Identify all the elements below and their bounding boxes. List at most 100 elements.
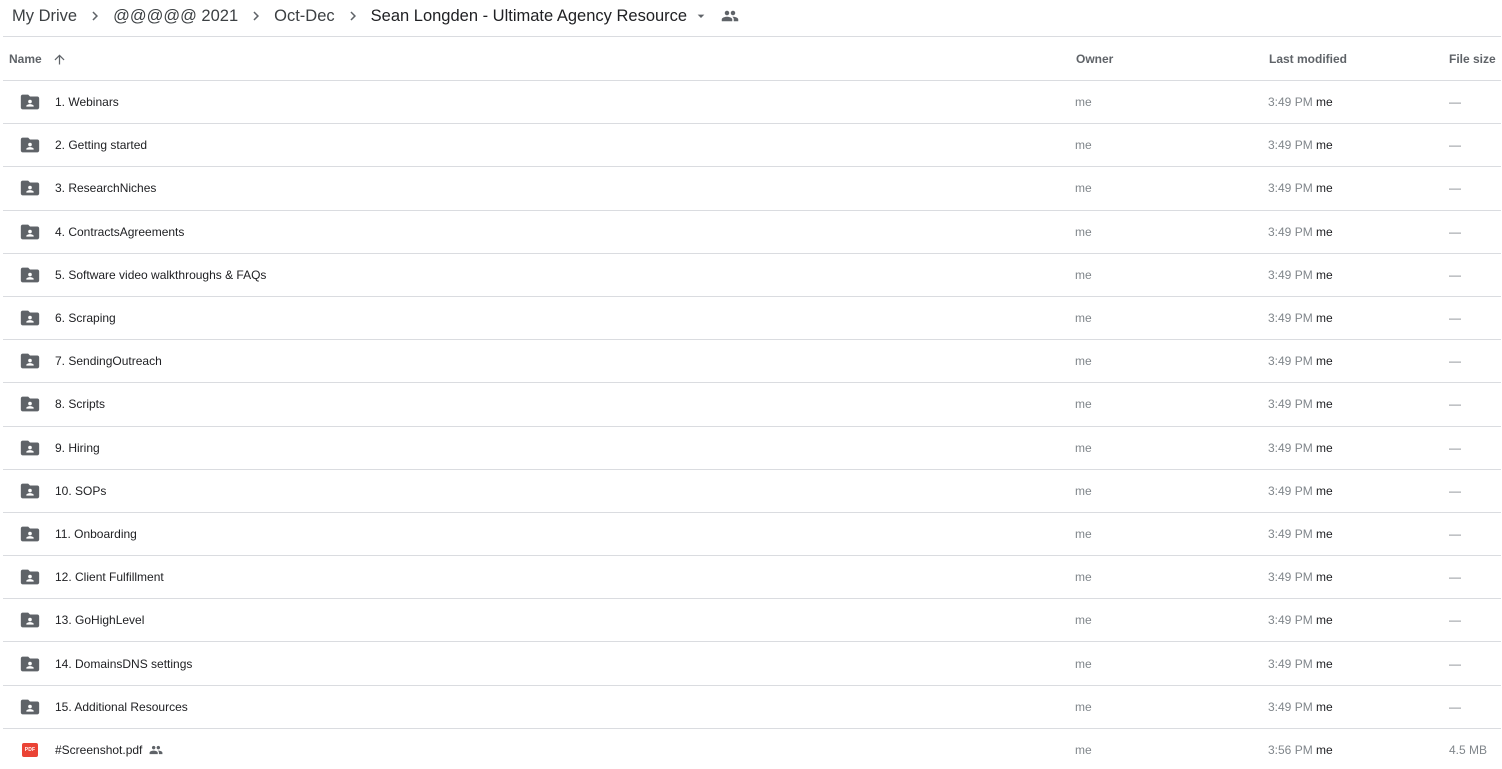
file-name-text: 12. Client Fulfillment: [55, 570, 164, 585]
modified-time: 3:49 PM: [1268, 138, 1313, 153]
breadcrumb-year-folder[interactable]: @@@@@ 2021: [113, 7, 238, 26]
owner-cell: me: [1075, 483, 1092, 498]
column-header-name[interactable]: Name: [9, 37, 67, 81]
arrow-up-icon[interactable]: [52, 52, 67, 67]
file-name[interactable]: 5. Software video walkthroughs & FAQs: [55, 254, 266, 296]
file-name[interactable]: #Screenshot.pdf: [55, 729, 163, 769]
modified-time: 3:49 PM: [1268, 354, 1313, 369]
table-row[interactable]: 14. DomainsDNS settings me 3:49 PM me —: [3, 642, 1501, 686]
breadcrumb: My Drive @@@@@ 2021 Oct-Dec Sean Longden…: [0, 0, 739, 32]
shared-folder-icon: [18, 513, 42, 555]
owner-cell: me: [1075, 613, 1092, 628]
file-name[interactable]: 10. SOPs: [55, 470, 106, 512]
breadcrumb-my-drive[interactable]: My Drive: [12, 7, 77, 26]
table-row[interactable]: 8. Scripts me 3:49 PM me —: [3, 383, 1501, 427]
table-row[interactable]: 11. Onboarding me 3:49 PM me —: [3, 513, 1501, 557]
table-row[interactable]: 15. Additional Resources me 3:49 PM me —: [3, 686, 1501, 729]
table-row[interactable]: 6. Scraping me 3:49 PM me —: [3, 297, 1501, 341]
chevron-right-icon: [77, 7, 113, 25]
owner-cell: me: [1075, 397, 1092, 412]
file-name-text: 2. Getting started: [55, 138, 148, 153]
modified-by: me: [1316, 95, 1333, 110]
table-row[interactable]: 10. SOPs me 3:49 PM me —: [3, 470, 1501, 513]
file-name[interactable]: 13. GoHighLevel: [55, 599, 144, 641]
table-body: 1. Webinars me 3:49 PM me —2. Getting starte…: [3, 81, 1501, 769]
file-size-cell: —: [1449, 311, 1461, 326]
file-name-text: 11. Onboarding: [55, 526, 137, 541]
shared-folder-icon: [18, 124, 42, 166]
file-name[interactable]: 7. SendingOutreach: [55, 340, 162, 382]
owner-cell: me: [1075, 354, 1092, 369]
table-row[interactable]: 1. Webinars me 3:49 PM me —: [3, 81, 1501, 125]
file-name[interactable]: 15. Additional Resources: [55, 686, 188, 728]
column-header-owner: Owner: [1076, 52, 1114, 66]
shared-folder-icon: [18, 383, 42, 425]
table-row[interactable]: 2. Getting started me 3:49 PM me —: [3, 124, 1501, 168]
file-name[interactable]: 9. Hiring: [55, 427, 100, 469]
file-name-text: 4. ContractsAgreements: [55, 224, 185, 239]
owner-cell: me: [1075, 526, 1092, 541]
file-name[interactable]: 3. ResearchNiches: [55, 167, 156, 209]
modified-time: 3:49 PM: [1268, 95, 1313, 110]
modified-by: me: [1316, 311, 1333, 326]
modified-time: 3:49 PM: [1268, 224, 1313, 239]
table-row[interactable]: 5. Software video walkthroughs & FAQs me 3…: [3, 254, 1501, 297]
modified-time: 3:49 PM: [1268, 656, 1313, 671]
file-size-cell: —: [1449, 526, 1461, 541]
shared-folder-icon: [18, 556, 42, 598]
table-row[interactable]: 12. Client Fulfillment me 3:49 PM me —: [3, 556, 1501, 600]
file-name[interactable]: 6. Scraping: [55, 297, 116, 339]
modified-time: 3:49 PM: [1268, 440, 1313, 455]
file-name[interactable]: 4. ContractsAgreements: [55, 211, 184, 253]
table-row[interactable]: 9. Hiring me 3:49 PM me —: [3, 427, 1501, 470]
file-name[interactable]: 1. Webinars: [55, 81, 119, 123]
table-header: Name Owner Last modified File size: [3, 36, 1501, 81]
modified-by: me: [1316, 138, 1333, 153]
column-header-name-label: Name: [9, 52, 42, 66]
shared-folder-icon: [18, 686, 42, 728]
file-name-text: 8. Scripts: [55, 397, 106, 412]
file-name[interactable]: 2. Getting started: [55, 124, 147, 166]
file-name-text: 5. Software video walkthroughs & FAQs: [55, 267, 267, 282]
table-row[interactable]: 7. SendingOutreach me 3:49 PM me —: [3, 340, 1501, 384]
file-name[interactable]: 14. DomainsDNS settings: [55, 642, 192, 684]
modified-by: me: [1316, 699, 1333, 714]
table-row[interactable]: PDF #Screenshot.pdf me 3:56 PM me 4.5 MB: [3, 729, 1501, 769]
owner-cell: me: [1075, 224, 1092, 239]
owner-cell: me: [1075, 138, 1092, 153]
modified-by: me: [1316, 224, 1333, 239]
dropdown-arrow-icon[interactable]: [693, 8, 709, 24]
modified-time: 3:49 PM: [1268, 699, 1313, 714]
column-header-file-size[interactable]: File size: [1449, 37, 1496, 81]
modified-by: me: [1316, 397, 1333, 412]
shared-folder-icon: [18, 470, 42, 512]
column-header-last-modified[interactable]: Last modified: [1269, 37, 1347, 81]
file-size-cell: —: [1449, 181, 1461, 196]
table-row[interactable]: 3. ResearchNiches me 3:49 PM me —: [3, 167, 1501, 211]
shared-folder-icon: [18, 427, 42, 469]
table-row[interactable]: 4. ContractsAgreements me 3:49 PM me —: [3, 211, 1501, 254]
modified-by: me: [1316, 181, 1333, 196]
file-name[interactable]: 11. Onboarding: [55, 513, 137, 555]
modified-time: 3:49 PM: [1268, 570, 1313, 585]
chevron-right-icon: [238, 7, 274, 25]
shared-folder-icon: [18, 599, 42, 641]
file-name[interactable]: 12. Client Fulfillment: [55, 556, 164, 598]
owner-cell: me: [1075, 440, 1092, 455]
breadcrumb-current-folder[interactable]: Sean Longden - Ultimate Agency Resource: [371, 7, 687, 26]
file-name[interactable]: 8. Scripts: [55, 383, 105, 425]
modified-time: 3:49 PM: [1268, 181, 1313, 196]
owner-cell: me: [1075, 699, 1092, 714]
shared-folder-icon: [18, 167, 42, 209]
file-name-text: 1. Webinars: [55, 95, 119, 110]
file-name-text: 3. ResearchNiches: [55, 181, 157, 196]
pdf-file-icon: PDF: [18, 729, 42, 769]
file-size-cell: —: [1449, 138, 1461, 153]
breadcrumb-oct-dec[interactable]: Oct-Dec: [274, 7, 335, 26]
file-name-text: 9. Hiring: [55, 440, 100, 455]
file-size-cell: —: [1449, 440, 1461, 455]
table-row[interactable]: 13. GoHighLevel me 3:49 PM me —: [3, 599, 1501, 643]
file-list: Name Owner Last modified File size 1. We…: [3, 36, 1501, 769]
shared-people-icon[interactable]: [721, 7, 739, 25]
modified-by: me: [1316, 743, 1333, 758]
